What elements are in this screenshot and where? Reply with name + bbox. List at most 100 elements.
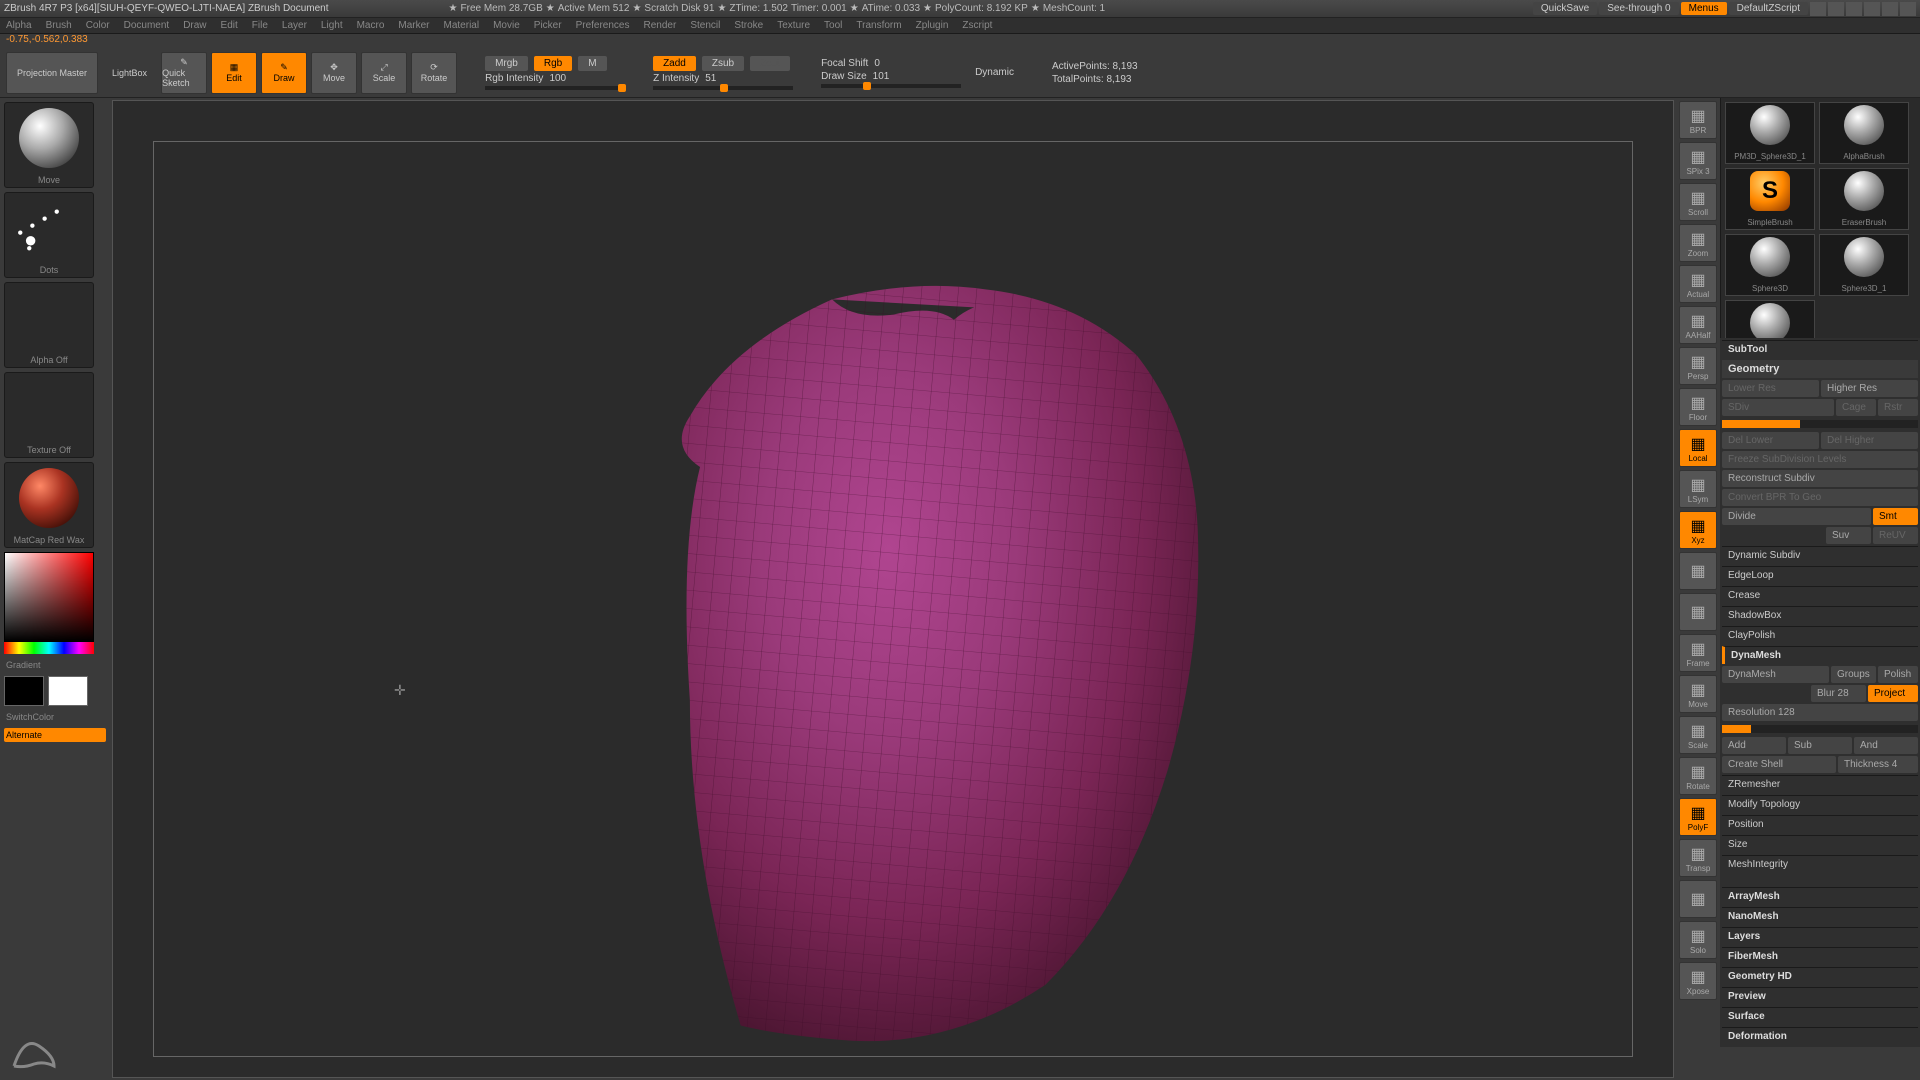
geometry-hd-section[interactable]: Geometry HD xyxy=(1722,967,1918,985)
nanomesh-section[interactable]: NanoMesh xyxy=(1722,907,1918,925)
lightbox-button[interactable]: LightBox xyxy=(102,52,157,94)
menu-preferences[interactable]: Preferences xyxy=(576,20,630,31)
surface-section[interactable]: Surface xyxy=(1722,1007,1918,1025)
resolution-slider[interactable]: Resolution 128 xyxy=(1722,704,1918,721)
project-button[interactable]: Project xyxy=(1868,685,1918,702)
primary-color[interactable] xyxy=(48,676,88,706)
menu-stencil[interactable]: Stencil xyxy=(690,20,720,31)
menu-texture[interactable]: Texture xyxy=(777,20,810,31)
z-intensity-slider[interactable] xyxy=(653,86,793,90)
mrgb-button[interactable]: Mrgb xyxy=(485,56,528,71)
projection-master-button[interactable]: Projection Master xyxy=(6,52,98,94)
edit-button[interactable]: ▦Edit xyxy=(211,52,257,94)
dynamesh-button[interactable]: DynaMesh xyxy=(1722,666,1829,683)
shelf-icon-19[interactable]: ▦ xyxy=(1679,880,1717,918)
claypolish-section[interactable]: ClayPolish xyxy=(1722,626,1918,644)
crease-section[interactable]: Crease xyxy=(1722,586,1918,604)
menu-transform[interactable]: Transform xyxy=(856,20,901,31)
texture-palette[interactable]: Texture Off xyxy=(4,372,94,458)
quicksave-button[interactable]: QuickSave xyxy=(1533,2,1597,15)
brush-palette[interactable]: Move xyxy=(4,102,94,188)
menu-light[interactable]: Light xyxy=(321,20,343,31)
menu-picker[interactable]: Picker xyxy=(534,20,562,31)
scale-button[interactable]: ⤢Scale xyxy=(361,52,407,94)
thumb-simplebrush[interactable]: SSimpleBrush xyxy=(1725,168,1815,230)
shelf-bpr[interactable]: ▦BPR xyxy=(1679,101,1717,139)
menu-movie[interactable]: Movie xyxy=(493,20,520,31)
quick-sketch-button[interactable]: ✎Quick Sketch xyxy=(161,52,207,94)
shelf-move[interactable]: ▦Move xyxy=(1679,675,1717,713)
dynamesh-header[interactable]: DynaMesh xyxy=(1722,646,1918,664)
color-picker[interactable] xyxy=(4,552,106,654)
shelf-spix 3[interactable]: ▦SPix 3 xyxy=(1679,142,1717,180)
m-button[interactable]: M xyxy=(578,56,606,71)
shadowbox-section[interactable]: ShadowBox xyxy=(1722,606,1918,624)
del-higher-button[interactable]: Del Higher xyxy=(1821,432,1918,449)
zsub-button[interactable]: Zsub xyxy=(702,56,744,71)
geometry-header[interactable]: Geometry xyxy=(1722,360,1918,378)
menu-file[interactable]: File xyxy=(252,20,268,31)
canvas[interactable]: ✛ xyxy=(112,100,1674,1078)
menu-draw[interactable]: Draw xyxy=(183,20,206,31)
and-button[interactable]: And xyxy=(1854,737,1918,754)
thumb-sphere3d[interactable]: Sphere3D xyxy=(1725,234,1815,296)
shelf-zoom[interactable]: ▦Zoom xyxy=(1679,224,1717,262)
menu-stroke[interactable]: Stroke xyxy=(734,20,763,31)
rgb-intensity-slider[interactable] xyxy=(485,86,625,90)
shelf-rotate[interactable]: ▦Rotate xyxy=(1679,757,1717,795)
menu-render[interactable]: Render xyxy=(644,20,677,31)
meshintegrity-section[interactable]: MeshIntegrity xyxy=(1722,855,1918,873)
seethrough-slider[interactable]: See-through 0 xyxy=(1599,2,1678,15)
edgeloop-section[interactable]: EdgeLoop xyxy=(1722,566,1918,584)
preview-section[interactable]: Preview xyxy=(1722,987,1918,1005)
shelf-scale[interactable]: ▦Scale xyxy=(1679,716,1717,754)
menu-marker[interactable]: Marker xyxy=(398,20,429,31)
menu-color[interactable]: Color xyxy=(86,20,110,31)
smt-button[interactable]: Smt xyxy=(1873,508,1918,525)
size-section[interactable]: Size xyxy=(1722,835,1918,853)
zremesher-section[interactable]: ZRemesher xyxy=(1722,775,1918,793)
move-button[interactable]: ✥Move xyxy=(311,52,357,94)
shelf-transp[interactable]: ▦Transp xyxy=(1679,839,1717,877)
menu-layer[interactable]: Layer xyxy=(282,20,307,31)
window-icon-1[interactable] xyxy=(1810,2,1826,16)
rotate-button[interactable]: ⟳Rotate xyxy=(411,52,457,94)
menus-button[interactable]: Menus xyxy=(1681,2,1727,15)
stroke-palette[interactable]: Dots xyxy=(4,192,94,278)
shelf-xpose[interactable]: ▦Xpose xyxy=(1679,962,1717,1000)
del-lower-button[interactable]: Del Lower xyxy=(1722,432,1819,449)
alpha-palette[interactable]: Alpha Off xyxy=(4,282,94,368)
reconstruct-button[interactable]: Reconstruct Subdiv xyxy=(1722,470,1918,487)
shelf-icon-11[interactable]: ▦ xyxy=(1679,552,1717,590)
draw-size-slider[interactable] xyxy=(821,84,961,88)
divide-button[interactable]: Divide xyxy=(1722,508,1871,525)
shelf-aahalf[interactable]: ▦AAHalf xyxy=(1679,306,1717,344)
thumb-pm3d_sphere3d_1[interactable]: PM3D_Sphere3D_1 xyxy=(1725,102,1815,164)
minimize-icon[interactable] xyxy=(1864,2,1880,16)
draw-button[interactable]: ✎Draw xyxy=(261,52,307,94)
dynamic-label[interactable]: Dynamic xyxy=(975,67,1014,78)
zcut-button[interactable]: Zcut xyxy=(750,56,789,71)
window-icon-3[interactable] xyxy=(1846,2,1862,16)
shelf-frame[interactable]: ▦Frame xyxy=(1679,634,1717,672)
dynamic-subdiv-section[interactable]: Dynamic Subdiv xyxy=(1722,546,1918,564)
shelf-solo[interactable]: ▦Solo xyxy=(1679,921,1717,959)
rgb-button[interactable]: Rgb xyxy=(534,56,572,71)
freeze-subdiv-button[interactable]: Freeze SubDivision Levels xyxy=(1722,451,1918,468)
material-palette[interactable]: MatCap Red Wax xyxy=(4,462,94,548)
add-button[interactable]: Add xyxy=(1722,737,1786,754)
shelf-actual[interactable]: ▦Actual xyxy=(1679,265,1717,303)
shelf-xyz[interactable]: ▦Xyz xyxy=(1679,511,1717,549)
menu-alpha[interactable]: Alpha xyxy=(6,20,32,31)
sdiv-button[interactable]: SDiv xyxy=(1722,399,1834,416)
thumb-alphabrush[interactable]: AlphaBrush xyxy=(1819,102,1909,164)
menu-zscript[interactable]: Zscript xyxy=(962,20,992,31)
reuv-button[interactable]: ReUV xyxy=(1873,527,1918,544)
subtool-header[interactable]: SubTool xyxy=(1722,340,1918,358)
switchcolor-button[interactable]: SwitchColor xyxy=(4,710,106,724)
modify-topology-section[interactable]: Modify Topology xyxy=(1722,795,1918,813)
alternate-button[interactable]: Alternate xyxy=(4,728,106,742)
menu-zplugin[interactable]: Zplugin xyxy=(916,20,949,31)
close-icon[interactable] xyxy=(1900,2,1916,16)
shelf-polyf[interactable]: ▦PolyF xyxy=(1679,798,1717,836)
